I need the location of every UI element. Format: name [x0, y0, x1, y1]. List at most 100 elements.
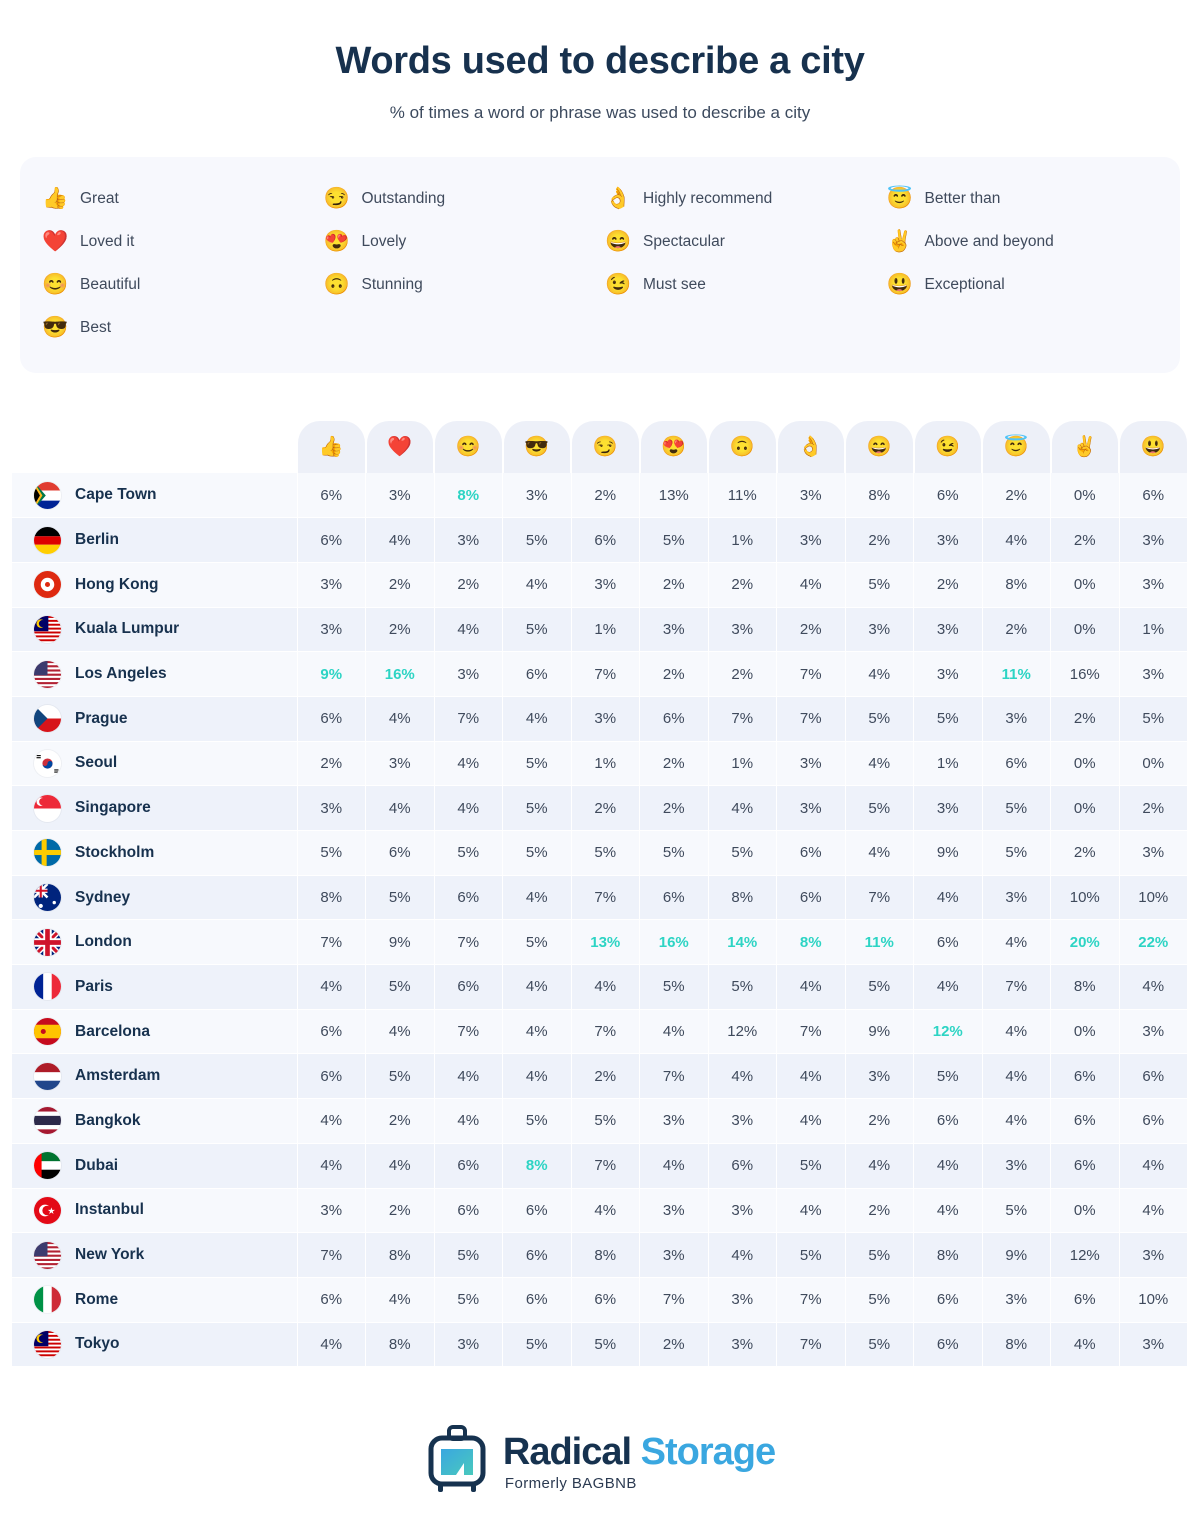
legend-item-ok-hand: 👌Highly recommend [605, 177, 877, 220]
value-cell: 4% [914, 1143, 983, 1188]
value-cell: 7% [640, 1054, 709, 1099]
value-cell: 6% [1119, 1099, 1188, 1144]
footer: Radical Storage Formerly BAGBNB [0, 1425, 1200, 1500]
legend-item-label: Beautiful [80, 276, 140, 294]
legend-item-label: Lovely [362, 233, 407, 251]
table-row: New York7%8%5%6%8%3%4%5%5%8%9%12%3% [12, 1233, 1188, 1278]
value-cell: 4% [297, 1099, 366, 1144]
smiling-face-with-halo-icon: 😇 [887, 188, 911, 209]
value-cell: 2% [640, 741, 709, 786]
value-cell: 2% [708, 652, 777, 697]
city-cell: Sydney [12, 875, 297, 920]
city-cell: Cape Town [12, 473, 297, 518]
table-body: Cape Town6%3%8%3%2%13%11%3%8%6%2%0%6%Ber… [12, 473, 1188, 1367]
smiling-face-with-smiling-eyes-icon: 😊 [42, 274, 66, 295]
value-cell: 4% [1051, 1322, 1120, 1367]
legend-item-label: Spectacular [643, 233, 725, 251]
value-cell: 3% [914, 518, 983, 563]
value-cell: 8% [708, 875, 777, 920]
table-row: Paris4%5%6%4%4%5%5%4%5%4%7%8%4% [12, 965, 1188, 1010]
value-cell: 2% [366, 607, 435, 652]
value-cell: 5% [503, 518, 572, 563]
city-name: Barcelona [75, 1023, 150, 1041]
value-cell: 2% [571, 1054, 640, 1099]
flag-icon-za [34, 482, 61, 509]
column-header-pill: 😃 [1120, 421, 1187, 473]
value-cell: 5% [777, 1233, 846, 1278]
logo-wordmark: Radical Storage [503, 1433, 775, 1471]
value-cell: 13% [571, 920, 640, 965]
value-cell: 6% [914, 473, 983, 518]
upside-down-face-icon: 🙃 [324, 274, 348, 295]
value-cell: 5% [503, 920, 572, 965]
value-cell: 4% [571, 965, 640, 1010]
value-cell: 7% [777, 1277, 846, 1322]
column-header-exceptional: 😃 [1119, 421, 1188, 473]
value-cell: 0% [1051, 473, 1120, 518]
column-header-pill: 😇 [983, 421, 1050, 473]
value-cell: 6% [777, 875, 846, 920]
value-cell: 3% [708, 1322, 777, 1367]
value-cell: 5% [503, 786, 572, 831]
value-cell: 6% [503, 1233, 572, 1278]
value-cell: 3% [914, 607, 983, 652]
table-row: Amsterdam6%5%4%4%2%7%4%4%3%5%4%6%6% [12, 1054, 1188, 1099]
value-cell: 0% [1051, 562, 1120, 607]
city-cell: Singapore [12, 786, 297, 831]
suitcase-icon [425, 1425, 489, 1500]
value-cell: 8% [366, 1322, 435, 1367]
value-cell: 22% [1119, 920, 1188, 965]
value-cell: 5% [982, 831, 1051, 876]
value-cell: 5% [366, 875, 435, 920]
value-cell: 7% [777, 1009, 846, 1054]
value-cell: 4% [297, 1143, 366, 1188]
value-cell: 6% [503, 1277, 572, 1322]
column-header-pill: 😏 [572, 421, 639, 473]
table-row: Cape Town6%3%8%3%2%13%11%3%8%6%2%0%6% [12, 473, 1188, 518]
value-cell: 3% [640, 1099, 709, 1144]
city-cell: Hong Kong [12, 562, 297, 607]
value-cell: 5% [845, 1322, 914, 1367]
value-cell: 5% [982, 786, 1051, 831]
value-cell: 4% [366, 696, 435, 741]
value-cell: 10% [1051, 875, 1120, 920]
value-cell: 6% [434, 1188, 503, 1233]
column-header-outstanding: 😏 [571, 421, 640, 473]
logo-tagline: Formerly BAGBNB [505, 1475, 775, 1492]
value-cell: 5% [845, 965, 914, 1010]
value-cell: 2% [366, 1099, 435, 1144]
value-cell: 5% [1119, 696, 1188, 741]
value-cell: 3% [434, 518, 503, 563]
value-cell: 5% [434, 1233, 503, 1278]
radical-storage-logo[interactable]: Radical Storage Formerly BAGBNB [425, 1425, 775, 1500]
value-cell: 3% [297, 786, 366, 831]
value-cell: 3% [708, 1188, 777, 1233]
value-cell: 3% [845, 1054, 914, 1099]
value-cell: 1% [708, 741, 777, 786]
city-cell: Bangkok [12, 1099, 297, 1144]
value-cell: 3% [434, 1322, 503, 1367]
value-cell: 2% [845, 1099, 914, 1144]
value-cell: 5% [640, 831, 709, 876]
smirking-face-icon: 😏 [324, 188, 348, 209]
value-cell: 5% [503, 741, 572, 786]
legend-item-red-heart: ❤️Loved it [42, 220, 314, 263]
value-cell: 8% [982, 1322, 1051, 1367]
value-cell: 5% [366, 1054, 435, 1099]
value-cell: 3% [708, 1277, 777, 1322]
value-cell: 6% [914, 1099, 983, 1144]
value-cell: 6% [297, 1277, 366, 1322]
value-cell: 4% [777, 1054, 846, 1099]
value-cell: 3% [1119, 562, 1188, 607]
value-cell: 8% [845, 473, 914, 518]
column-header-pill: 👌 [778, 421, 845, 473]
column-header-highly-recommend: 👌 [777, 421, 846, 473]
value-cell: 6% [503, 1188, 572, 1233]
data-table-wrapper: 👍❤️😊😎😏😍🙃👌😄😉😇✌️😃 Cape Town6%3%8%3%2%13%11… [12, 421, 1188, 1367]
table-row: Prague6%4%7%4%3%6%7%7%5%5%3%2%5% [12, 696, 1188, 741]
value-cell: 6% [1051, 1277, 1120, 1322]
red-heart-icon: ❤️ [387, 437, 412, 457]
grinning-face-with-smiling-eyes-icon: 😄 [605, 231, 629, 252]
legend-item-label: Outstanding [362, 190, 446, 208]
smirking-face-icon: 😏 [593, 437, 618, 457]
